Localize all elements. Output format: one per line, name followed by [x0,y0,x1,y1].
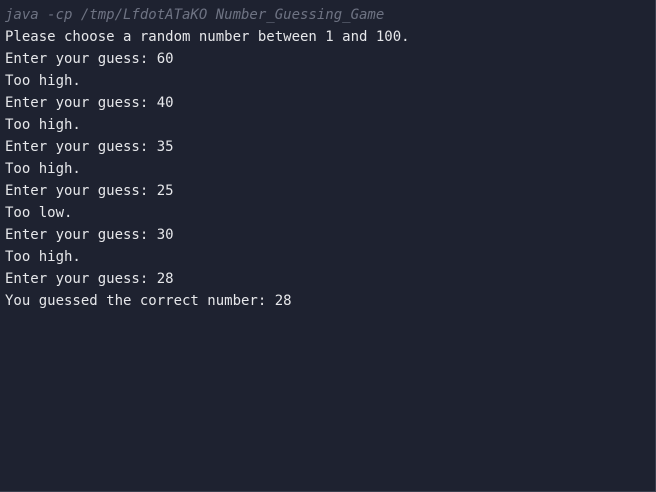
output-line: Too high. [5,73,81,89]
output-line: Enter your guess: 40 [5,95,174,111]
output-line: Enter your guess: 25 [5,183,174,199]
output-line: You guessed the correct number: 28 [5,293,292,309]
output-line: Please choose a random number between 1 … [5,29,410,45]
output-line: Enter your guess: 28 [5,271,174,287]
terminal-window[interactable]: java -cp /tmp/LfdotATaKO Number_Guessing… [0,0,656,492]
output-line: Enter your guess: 35 [5,139,174,155]
terminal-output: Please choose a random number between 1 … [5,26,655,312]
output-line: Enter your guess: 60 [5,51,174,67]
output-line: Enter your guess: 30 [5,227,174,243]
output-line: Too high. [5,161,81,177]
output-line: Too high. [5,117,81,133]
output-line: Too high. [5,249,81,265]
command-line: java -cp /tmp/LfdotATaKO Number_Guessing… [5,7,385,23]
output-line: Too low. [5,205,73,221]
